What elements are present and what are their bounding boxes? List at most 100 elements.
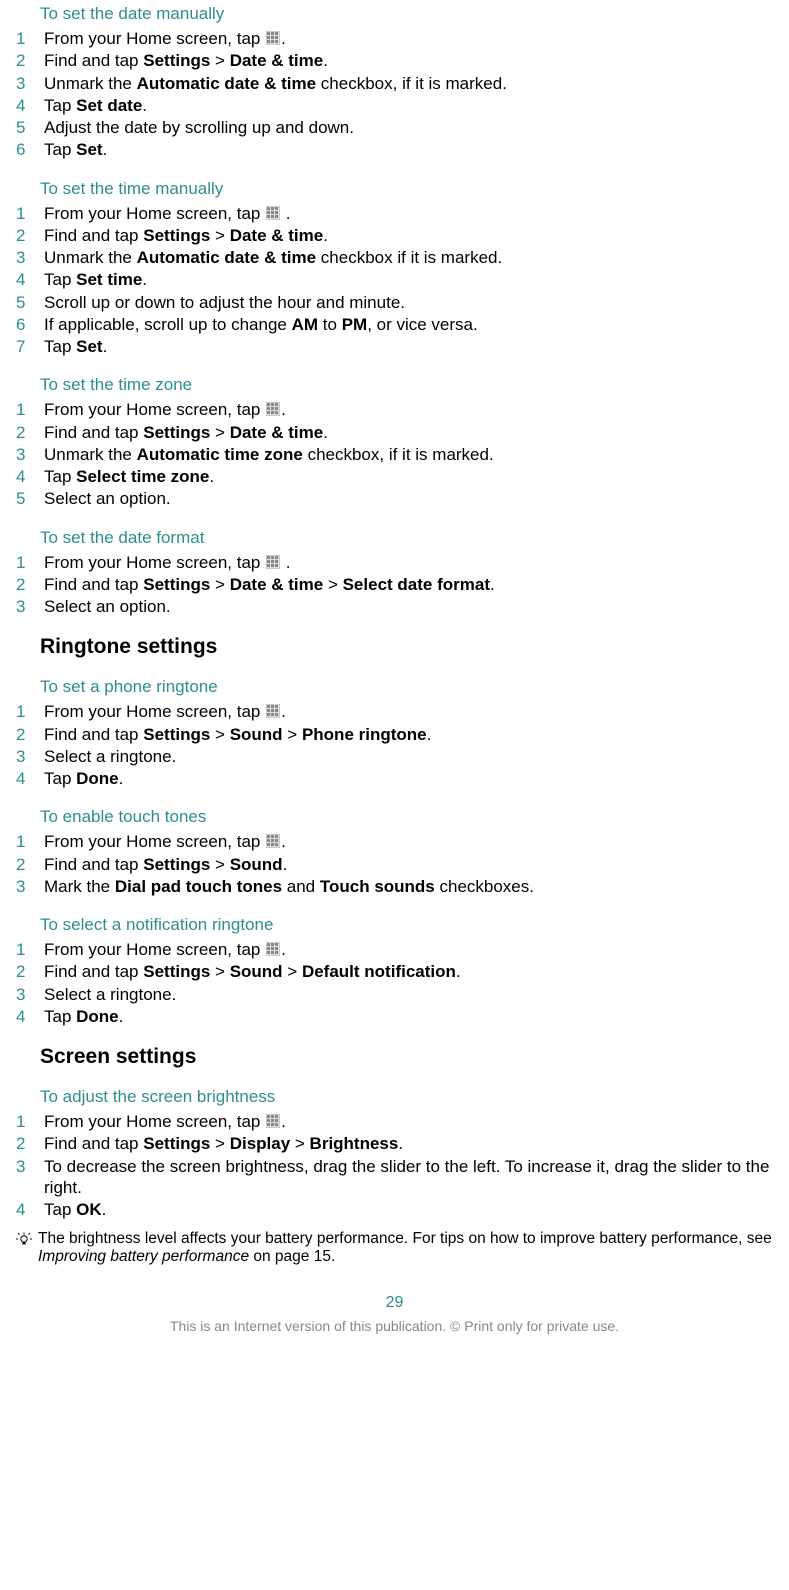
step-item: 1From your Home screen, tap . (10, 701, 779, 722)
step-text: From your Home screen, tap . (44, 701, 779, 722)
procedure-title: To adjust the screen brightness (40, 1087, 779, 1107)
procedure-title: To set the date format (40, 528, 779, 548)
step-item: 3To decrease the screen brightness, drag… (10, 1156, 779, 1199)
step-number: 1 (10, 28, 44, 49)
step-item: 4Tap Done. (10, 1006, 779, 1027)
procedure-title: To set a phone ringtone (40, 677, 779, 697)
step-item: 3Select an option. (10, 596, 779, 617)
step-text: Unmark the Automatic time zone checkbox,… (44, 444, 779, 465)
step-number: 4 (10, 768, 44, 789)
step-number: 2 (10, 225, 44, 246)
step-number: 4 (10, 1006, 44, 1027)
step-list: 1From your Home screen, tap .2Find and t… (10, 1111, 779, 1220)
step-text: Unmark the Automatic date & time checkbo… (44, 73, 779, 94)
step-text: Tap Set. (44, 139, 779, 160)
step-item: 2Find and tap Settings > Display > Brigh… (10, 1133, 779, 1154)
step-text: From your Home screen, tap . (44, 203, 779, 224)
step-item: 1From your Home screen, tap . (10, 831, 779, 852)
step-item: 3Select a ringtone. (10, 746, 779, 767)
step-text: Find and tap Settings > Date & time > Se… (44, 574, 779, 595)
step-text: Find and tap Settings > Sound > Phone ri… (44, 724, 779, 745)
procedure-title: To set the time zone (40, 375, 779, 395)
step-text: Tap Done. (44, 1006, 779, 1027)
step-item: 1From your Home screen, tap . (10, 399, 779, 420)
step-number: 4 (10, 269, 44, 290)
step-number: 2 (10, 50, 44, 71)
step-text: Tap Done. (44, 768, 779, 789)
step-number: 2 (10, 961, 44, 982)
step-number: 2 (10, 574, 44, 595)
procedure-title: To set the time manually (40, 179, 779, 199)
step-number: 3 (10, 1156, 44, 1177)
step-number: 5 (10, 292, 44, 313)
step-item: 4Tap Done. (10, 768, 779, 789)
step-text: Select an option. (44, 488, 779, 509)
step-item: 4Tap Set time. (10, 269, 779, 290)
apps-icon (266, 942, 280, 956)
step-text: Find and tap Settings > Display > Bright… (44, 1133, 779, 1154)
step-item: 4Tap Select time zone. (10, 466, 779, 487)
step-text: From your Home screen, tap . (44, 552, 779, 573)
step-text: From your Home screen, tap . (44, 399, 779, 420)
step-text: Mark the Dial pad touch tones and Touch … (44, 876, 779, 897)
step-text: Select a ringtone. (44, 746, 779, 767)
step-text: Tap Set time. (44, 269, 779, 290)
step-number: 1 (10, 701, 44, 722)
step-text: Find and tap Settings > Sound. (44, 854, 779, 875)
step-text: Scroll up or down to adjust the hour and… (44, 292, 779, 313)
step-text: From your Home screen, tap . (44, 28, 779, 49)
apps-icon (266, 31, 280, 45)
step-item: 3Select a ringtone. (10, 984, 779, 1005)
step-item: 6Tap Set. (10, 139, 779, 160)
step-item: 2Find and tap Settings > Date & time. (10, 50, 779, 71)
procedure-title: To select a notification ringtone (40, 915, 779, 935)
step-list: 1From your Home screen, tap .2Find and t… (10, 203, 779, 358)
step-item: 1From your Home screen, tap . (10, 1111, 779, 1132)
step-list: 1From your Home screen, tap .2Find and t… (10, 552, 779, 618)
procedure-title: To enable touch tones (40, 807, 779, 827)
step-text: From your Home screen, tap . (44, 1111, 779, 1132)
step-item: 3Mark the Dial pad touch tones and Touch… (10, 876, 779, 897)
step-number: 1 (10, 939, 44, 960)
step-item: 2Find and tap Settings > Sound. (10, 854, 779, 875)
step-item: 6If applicable, scroll up to change AM t… (10, 314, 779, 335)
tip-bulb-icon (16, 1235, 32, 1252)
step-text: To decrease the screen brightness, drag … (44, 1156, 779, 1199)
footer-text: This is an Internet version of this publ… (10, 1318, 779, 1334)
step-number: 3 (10, 444, 44, 465)
step-item: 5Scroll up or down to adjust the hour an… (10, 292, 779, 313)
step-text: Unmark the Automatic date & time checkbo… (44, 247, 779, 268)
step-number: 1 (10, 203, 44, 224)
step-text: From your Home screen, tap . (44, 939, 779, 960)
step-text: Select an option. (44, 596, 779, 617)
step-item: 4Tap Set date. (10, 95, 779, 116)
document-page: To set the date manually1From your Home … (0, 0, 789, 1354)
apps-icon (266, 1114, 280, 1128)
apps-icon (266, 704, 280, 718)
step-list: 1From your Home screen, tap .2Find and t… (10, 399, 779, 509)
tip-text: The brightness level affects your batter… (38, 1230, 779, 1266)
tip-note: The brightness level affects your batter… (16, 1230, 779, 1266)
step-item: 4Tap OK. (10, 1199, 779, 1220)
step-text: Tap Set date. (44, 95, 779, 116)
step-item: 2Find and tap Settings > Date & time. (10, 225, 779, 246)
step-text: From your Home screen, tap . (44, 831, 779, 852)
step-item: 1From your Home screen, tap . (10, 939, 779, 960)
step-text: Adjust the date by scrolling up and down… (44, 117, 779, 138)
step-number: 5 (10, 117, 44, 138)
step-item: 7Tap Set. (10, 336, 779, 357)
step-item: 1From your Home screen, tap . (10, 203, 779, 224)
step-text: Find and tap Settings > Date & time. (44, 50, 779, 71)
step-number: 2 (10, 422, 44, 443)
content: To set the date manually1From your Home … (10, 4, 779, 1266)
step-item: 1From your Home screen, tap . (10, 552, 779, 573)
step-list: 1From your Home screen, tap .2Find and t… (10, 939, 779, 1027)
step-item: 3Unmark the Automatic time zone checkbox… (10, 444, 779, 465)
step-item: 2Find and tap Settings > Date & time > S… (10, 574, 779, 595)
step-number: 3 (10, 984, 44, 1005)
step-list: 1From your Home screen, tap .2Find and t… (10, 831, 779, 897)
step-text: Find and tap Settings > Sound > Default … (44, 961, 779, 982)
step-text: Find and tap Settings > Date & time. (44, 422, 779, 443)
step-number: 1 (10, 552, 44, 573)
step-item: 2Find and tap Settings > Date & time. (10, 422, 779, 443)
